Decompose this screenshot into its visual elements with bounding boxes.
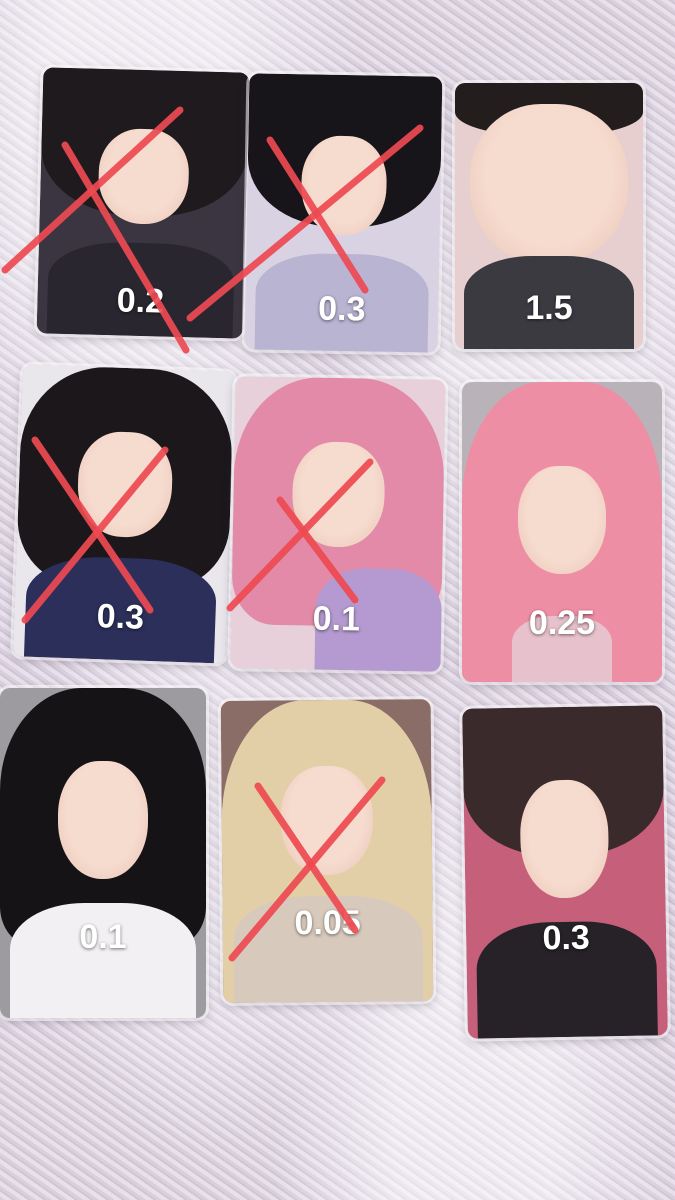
face <box>519 778 610 900</box>
photocard-4: 0.3 <box>12 364 236 664</box>
photocard-1: 0.2 <box>36 67 250 339</box>
photocard-8: 0.05 <box>220 699 434 1003</box>
photocard-5: 0.1 <box>230 376 446 672</box>
price-label: 0.25 <box>528 604 596 642</box>
photocard-2: 0.3 <box>244 73 443 353</box>
price-label: 0.3 <box>96 597 145 637</box>
photocard-7: 0.1 <box>0 688 206 1018</box>
price-label: 0.3 <box>317 289 366 329</box>
face <box>57 760 149 880</box>
face <box>518 466 606 574</box>
price-label: 0.2 <box>116 281 165 321</box>
photocard-3: 1.5 <box>455 83 643 349</box>
face <box>300 134 388 236</box>
face <box>470 104 628 264</box>
photocard-6: 0.25 <box>462 382 662 682</box>
price-label: 1.5 <box>525 289 573 327</box>
price-label: 0.1 <box>312 599 361 639</box>
price-label: 0.05 <box>294 903 361 943</box>
face <box>291 441 386 549</box>
price-label: 0.3 <box>542 918 591 958</box>
face <box>280 766 374 876</box>
photocard-9: 0.3 <box>462 705 668 1039</box>
price-label: 0.1 <box>79 918 127 956</box>
